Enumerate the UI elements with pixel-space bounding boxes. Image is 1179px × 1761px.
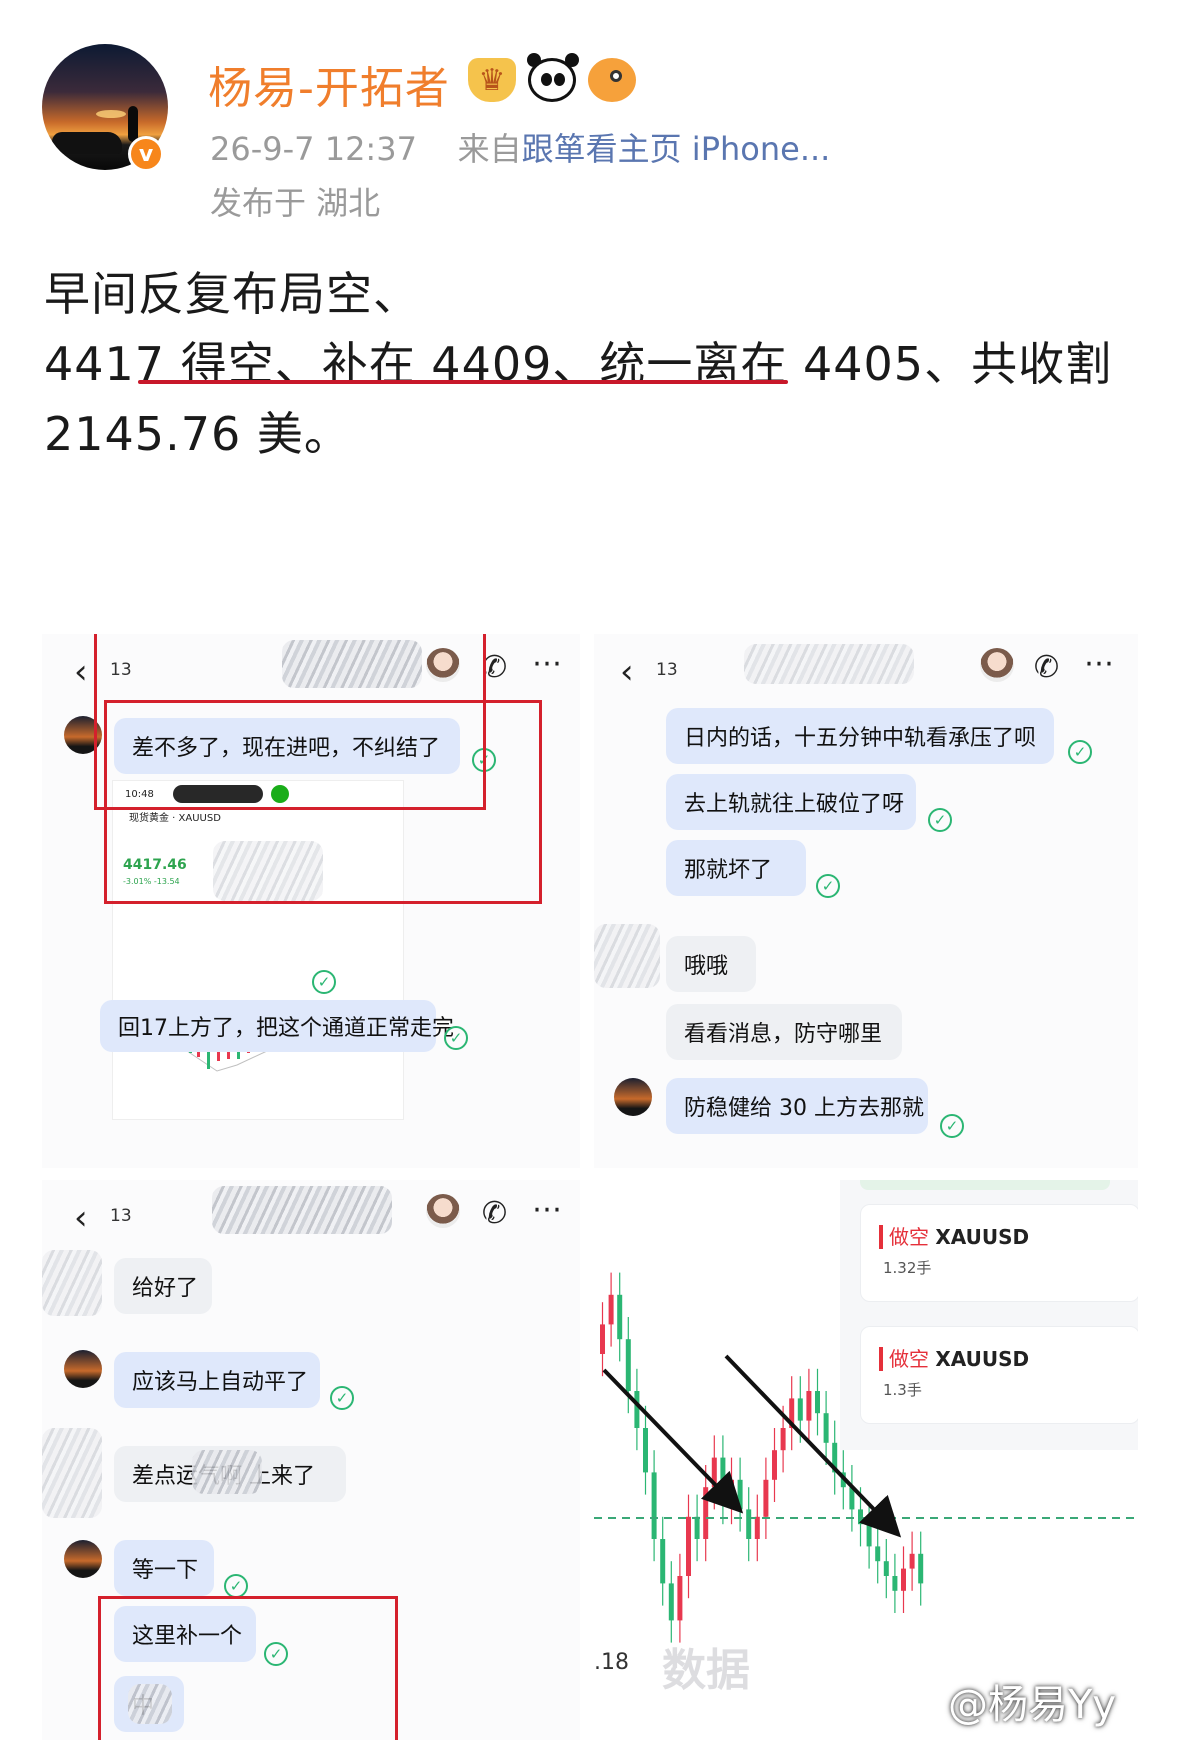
candle-body xyxy=(797,1398,803,1421)
candle-body xyxy=(617,1294,623,1340)
crown-icon: ♛ xyxy=(468,58,516,102)
candle-body xyxy=(806,1391,812,1421)
read-check-icon: ✓ xyxy=(816,874,840,898)
chat-avatar xyxy=(64,1350,102,1388)
username[interactable]: 杨易-开拓者 xyxy=(208,52,450,116)
chat-bubble: 看看消息，防守哪里 xyxy=(666,1004,902,1060)
post-text-line-2: 4417 得空、补在 4409、统一离在 4405、共收割 xyxy=(44,337,1113,391)
more-icon[interactable]: ⋯ xyxy=(1084,646,1116,681)
more-icon[interactable]: ⋯ xyxy=(532,646,564,681)
panda-icon xyxy=(527,53,579,102)
post-source-link[interactable]: 跟箪看主页 iPhone... xyxy=(522,130,831,168)
trade-chart-screenshot[interactable]: 做空 XAUUSD 1.32手 做空 XAUUSD 1.3手 .18 数据 xyxy=(594,1180,1138,1740)
contact-avatar[interactable] xyxy=(426,1194,460,1228)
chat-bubble: 回17上方了，把这个通道正常走完 xyxy=(100,1000,454,1052)
post-timestamp: 26-9-7 12:37 xyxy=(210,130,417,168)
price-label: .18 xyxy=(594,1650,629,1675)
read-check-icon: ✓ xyxy=(1068,740,1092,764)
candle-body xyxy=(858,1509,863,1525)
phone-icon[interactable]: ✆ xyxy=(482,1196,507,1231)
read-check-icon: ✓ xyxy=(330,1386,354,1410)
candle-body xyxy=(754,1516,760,1539)
chat-topbar: ‹ 13 ✆ ⋯ xyxy=(42,1180,580,1244)
candle-body xyxy=(815,1391,820,1414)
read-check-icon: ✓ xyxy=(444,1026,468,1050)
data-stamp: 数据 xyxy=(662,1645,750,1696)
chat-bubble: 给好了 xyxy=(114,1258,212,1314)
blurred-contact-name xyxy=(744,644,914,684)
candle-body xyxy=(909,1553,915,1569)
read-check-icon: ✓ xyxy=(312,970,336,994)
candle-body xyxy=(643,1428,648,1473)
back-chevron-icon[interactable]: ‹ xyxy=(74,652,88,692)
candle-body xyxy=(668,1583,674,1621)
read-check-icon: ✓ xyxy=(224,1574,248,1598)
candle-body xyxy=(866,1524,872,1547)
candle-body xyxy=(780,1428,786,1451)
chat-bubble: 防稳健给 30 上方去那就 xyxy=(666,1078,928,1134)
candle-body xyxy=(823,1413,829,1443)
candle-body xyxy=(677,1576,683,1621)
candle-body xyxy=(772,1450,777,1480)
trend-arrow xyxy=(602,1368,744,1514)
unread-count: 13 xyxy=(110,1206,132,1226)
avatar-person xyxy=(128,106,138,142)
chat-bubble: 应该马上自动平了 xyxy=(114,1352,320,1408)
candle-body xyxy=(694,1516,700,1539)
blurred-contact-avatar xyxy=(594,924,660,988)
chat-avatar xyxy=(614,1078,652,1116)
post-meta: 26-9-7 12:37 来自跟箪看主页 iPhone... xyxy=(210,124,830,170)
post-location: 发布于 湖北 xyxy=(210,184,381,222)
candle-body xyxy=(634,1391,640,1428)
back-chevron-icon[interactable]: ‹ xyxy=(620,652,634,692)
candle-body xyxy=(746,1509,752,1539)
chat-bubble: 日内的话，十五分钟中轨看承压了呗 xyxy=(666,708,1054,764)
verified-badge-icon: v xyxy=(128,136,164,172)
trend-arrow xyxy=(724,1354,902,1538)
unread-count: 13 xyxy=(656,660,678,680)
post-text-line-3: 2145.76 美。 xyxy=(44,407,351,461)
blurred-contact-avatar xyxy=(42,1428,102,1518)
chat-avatar xyxy=(64,1540,102,1578)
phone-icon[interactable]: ✆ xyxy=(1034,650,1059,685)
weibo-watermark: @杨易Yy xyxy=(948,1682,1117,1728)
more-icon[interactable]: ⋯ xyxy=(532,1192,564,1227)
highlight-underline xyxy=(138,380,788,384)
candle-body xyxy=(625,1339,631,1391)
candle-body xyxy=(901,1568,906,1591)
highlight-box-top-left xyxy=(104,700,542,904)
candle-body xyxy=(875,1546,881,1562)
chat-topbar: ‹ 13 ✆ ⋯ xyxy=(594,634,1138,698)
candle-body xyxy=(892,1576,898,1591)
highlight-box xyxy=(98,1596,398,1740)
read-check-icon: ✓ xyxy=(940,1114,964,1138)
pufferfish-icon xyxy=(588,58,636,102)
blurred-word xyxy=(192,1450,262,1494)
chat-bubble: 等一下 xyxy=(114,1540,214,1596)
blurred-contact-avatar xyxy=(42,1250,102,1316)
candle-body xyxy=(660,1539,666,1584)
candle-body xyxy=(737,1479,743,1510)
chat-screenshot-top-right[interactable]: ‹ 13 ✆ ⋯ 日内的话，十五分钟中轨看承压了呗 ✓ 去上轨就往上破位了呀 ✓… xyxy=(594,634,1138,1168)
blurred-contact-name xyxy=(212,1186,392,1234)
candle-body xyxy=(763,1479,769,1517)
candle-body xyxy=(600,1324,605,1354)
post-text-line-1: 早间反复布局空、 xyxy=(44,267,420,321)
chat-bubble: 哦哦 xyxy=(666,936,756,992)
candle-body xyxy=(686,1516,691,1576)
chat-bubble: 去上轨就往上破位了呀 xyxy=(666,774,916,830)
candle-body xyxy=(703,1487,709,1539)
candle-body xyxy=(608,1294,614,1325)
back-chevron-icon[interactable]: ‹ xyxy=(74,1198,88,1238)
avatar-car xyxy=(52,132,122,154)
contact-avatar[interactable] xyxy=(980,648,1014,682)
chat-bubble: 那就坏了 xyxy=(666,840,806,896)
candle-body xyxy=(883,1561,889,1576)
chat-screenshot-bottom-left[interactable]: ‹ 13 ✆ ⋯ 给好了 应该马上自动平了 ✓ 差点运气啊 上来了 等一下 ✓ … xyxy=(42,1180,580,1740)
read-check-icon: ✓ xyxy=(928,808,952,832)
candle-body xyxy=(651,1472,657,1539)
post-source-prefix: 来自 xyxy=(457,130,522,168)
candle-body xyxy=(918,1553,924,1584)
avatar-sun xyxy=(96,110,126,118)
